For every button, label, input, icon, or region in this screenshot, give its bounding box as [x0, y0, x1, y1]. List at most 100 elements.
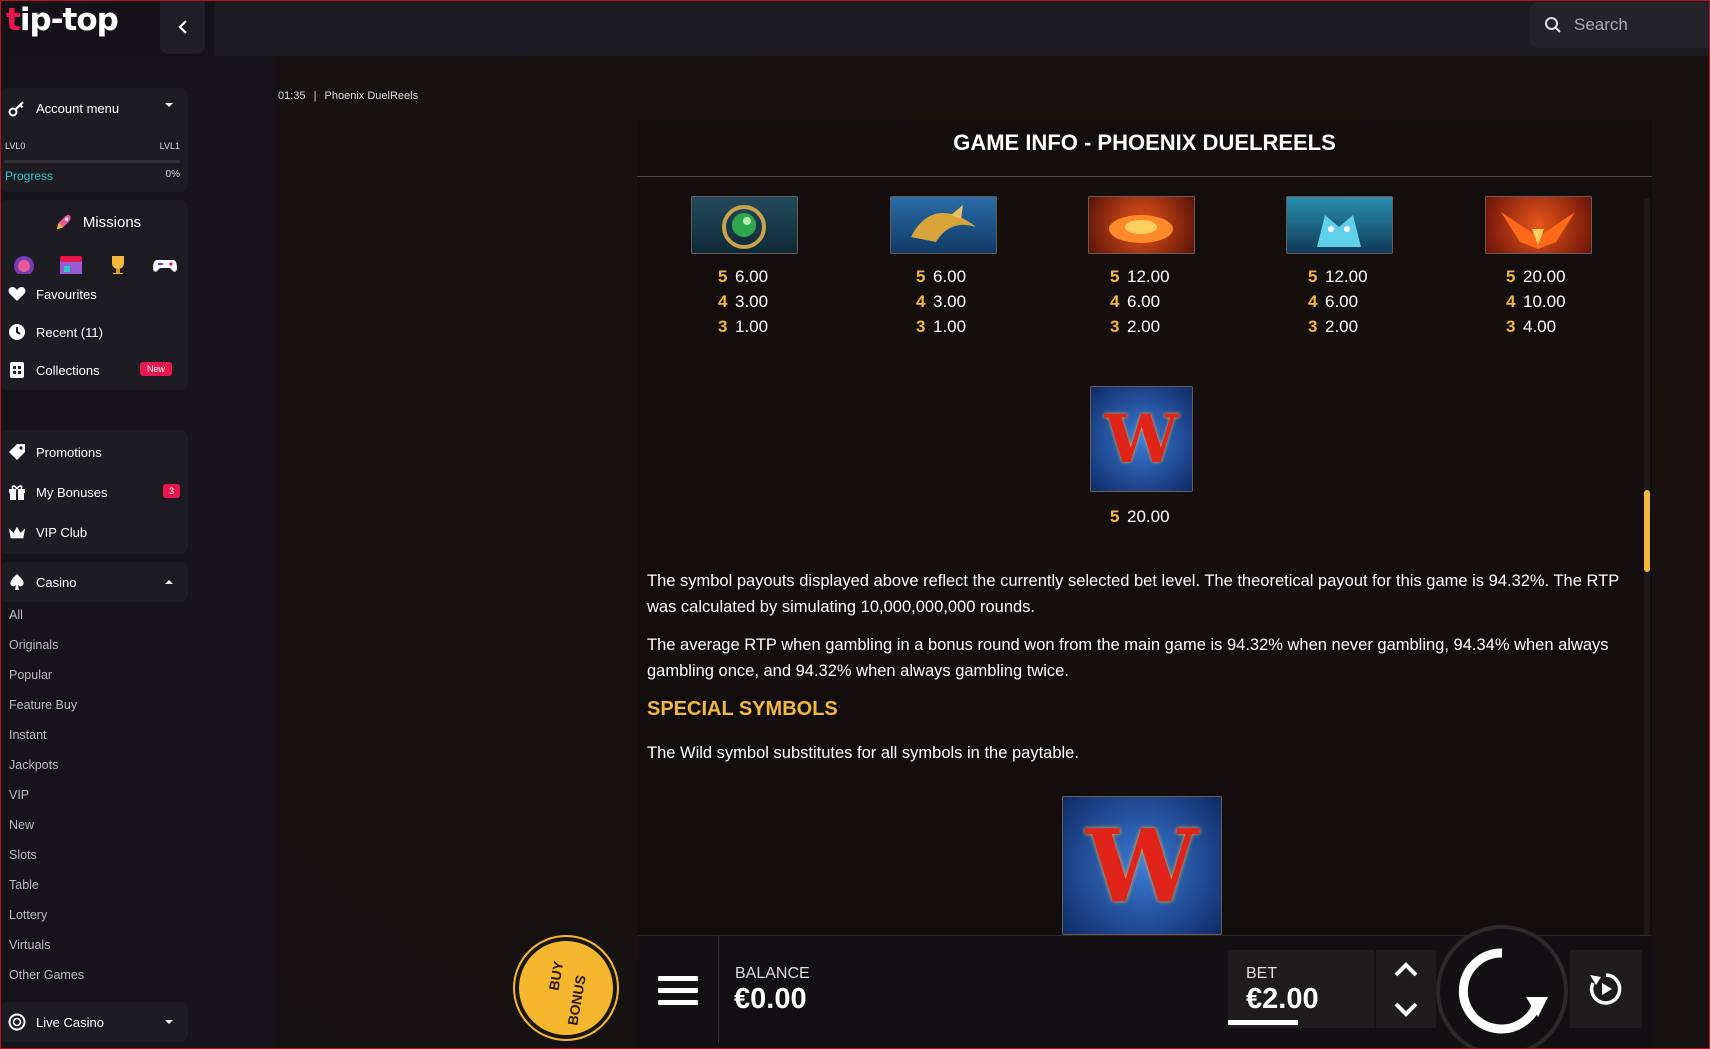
symbol-fire-lava: [1088, 196, 1195, 254]
collections-icon: [8, 361, 26, 379]
paytable-symbol-4: 5 12.00 4 6.00 3 2.00: [1308, 267, 1368, 336]
symbol-blue-ice-dragon: [1286, 196, 1393, 254]
casino-item-instant[interactable]: Instant: [9, 728, 84, 758]
new-badge: New: [139, 362, 172, 376]
balance-value: €0.00: [734, 983, 807, 1015]
gamble-rtp-paragraph: The average RTP when gambling in a bonus…: [647, 636, 1609, 680]
buy-bonus-label-1: BUY: [545, 959, 567, 992]
hamburger-menu-button[interactable]: [648, 960, 708, 1020]
spin-arrow-icon: [1458, 948, 1548, 1034]
progress-label: Progress: [5, 169, 54, 183]
special-symbols-heading: SPECIAL SYMBOLS: [647, 698, 838, 720]
sidebar-item-collections[interactable]: Collections New: [0, 350, 188, 390]
live-casino-label: Live Casino: [36, 1014, 104, 1030]
casino-item-slots[interactable]: Slots: [9, 848, 84, 878]
symbol-red-phoenix: [1485, 196, 1592, 254]
symbol-golden-dragon: [890, 196, 997, 254]
sidebar-item-recent[interactable]: Recent (11): [0, 312, 188, 352]
autoplay-icon: [1589, 973, 1622, 1005]
rtp-paragraph: The symbol payouts displayed above refle…: [647, 572, 1619, 616]
nav-card-2: Promotions My Bonuses 3 VIP Club: [0, 430, 188, 554]
chevron-up-icon[interactable]: [1393, 961, 1419, 978]
search-input[interactable]: Search: [1530, 2, 1710, 48]
casino-header[interactable]: Casino: [0, 562, 188, 602]
search-icon: [1545, 17, 1561, 33]
buy-bonus-button[interactable]: BUY BONUS: [515, 937, 617, 1039]
info-scroll-thumb[interactable]: [1644, 490, 1650, 572]
account-menu[interactable]: Account menu: [0, 88, 188, 128]
rocket-icon: [55, 213, 73, 231]
favourites-label: Favourites: [36, 286, 97, 302]
casino-item-all[interactable]: All: [9, 608, 84, 638]
game-clock: 01:35: [278, 90, 306, 102]
bonus-count-badge: 3: [162, 484, 180, 498]
account-card: Account menu LVL0 LVL1 Progress 0%: [0, 88, 188, 192]
wild-letter: W: [1104, 400, 1179, 478]
roulette-icon: [8, 1013, 26, 1031]
breadcrumb-separator: |: [313, 90, 317, 102]
top-bar: tip-top Search: [0, 0, 1710, 56]
balance-label: BALANCE: [735, 965, 810, 982]
sidebar: Account menu LVL0 LVL1 Progress 0% Missi…: [0, 88, 196, 1049]
sidebar-item-favourites[interactable]: Favourites: [0, 274, 188, 314]
paytable-wild: 5 20.00: [1110, 507, 1170, 526]
tag-icon: [8, 443, 26, 461]
casino-item-new[interactable]: New: [9, 818, 84, 848]
sidebar-item-promotions[interactable]: Promotions: [0, 432, 188, 472]
level-current: LVL0: [5, 141, 26, 151]
spin-button[interactable]: [1436, 925, 1568, 1049]
key-icon: [8, 99, 26, 117]
game-name: Phoenix DuelReels: [324, 90, 419, 102]
level-next: LVL1: [159, 141, 180, 151]
sidebar-item-casino[interactable]: Casino: [0, 562, 188, 602]
progress-value: 0%: [165, 169, 180, 180]
sidebar-item-my-bonuses[interactable]: My Bonuses 3: [0, 472, 188, 512]
vip-club-label: VIP Club: [36, 524, 88, 540]
caret-down-icon: [165, 1020, 173, 1024]
collections-label: Collections: [36, 362, 100, 378]
symbol-wild-small: W: [1090, 386, 1193, 492]
casino-item-vip[interactable]: VIP: [9, 788, 84, 818]
casino-item-virtuals[interactable]: Virtuals: [9, 938, 84, 968]
bet-stepper: [1376, 950, 1436, 1028]
symbol-wild-large: W: [1062, 796, 1222, 935]
paytable-symbol-5: 5 20.00 4 10.00 3 4.00: [1506, 267, 1566, 336]
my-bonuses-label: My Bonuses: [36, 484, 108, 500]
level-progress-bar: [4, 160, 180, 163]
casino-item-jackpots[interactable]: Jackpots: [9, 758, 84, 788]
casino-label: Casino: [36, 574, 77, 590]
account-menu-label: Account menu: [36, 100, 120, 116]
casino-item-lottery[interactable]: Lottery: [9, 908, 84, 938]
wild-letter-large: W: [1085, 806, 1199, 925]
caret-up-icon: [165, 580, 173, 584]
sidebar-collapse-button[interactable]: [160, 0, 205, 54]
casino-submenu: All Originals Popular Feature Buy Instan…: [9, 608, 84, 998]
buy-bonus-label-2: BONUS: [564, 973, 589, 1027]
casino-item-originals[interactable]: Originals: [9, 638, 84, 668]
casino-item-feature-buy[interactable]: Feature Buy: [9, 698, 84, 728]
missions-button[interactable]: Missions: [0, 202, 188, 242]
bet-label: BET: [1246, 965, 1278, 982]
crown-icon: [8, 523, 26, 541]
logo[interactable]: tip-top: [6, 2, 119, 38]
bet-level-indicator: [1228, 1020, 1298, 1025]
sidebar-item-vip-club[interactable]: VIP Club: [0, 512, 188, 552]
gift-icon: [8, 483, 26, 501]
search-placeholder: Search: [1574, 15, 1628, 34]
nav-card-1-bg: Favourites Recent (11) Collections New: [0, 274, 188, 390]
autoplay-button[interactable]: [1570, 950, 1642, 1028]
clock-icon: [8, 323, 26, 341]
spade-icon: [8, 573, 26, 591]
live-casino-header[interactable]: Live Casino: [0, 1002, 188, 1042]
wild-description: The Wild symbol substitutes for all symb…: [647, 744, 1079, 762]
promotions-label: Promotions: [36, 444, 102, 460]
caret-down-icon: [165, 103, 173, 107]
heart-icon: [8, 285, 26, 303]
game-breadcrumb: 01:35 | Phoenix DuelReels: [278, 90, 418, 102]
chevron-down-icon[interactable]: [1393, 1001, 1419, 1017]
casino-item-other-games[interactable]: Other Games: [9, 968, 84, 998]
sidebar-item-live-casino[interactable]: Live Casino: [0, 1002, 188, 1042]
casino-item-popular[interactable]: Popular: [9, 668, 84, 698]
casino-item-table[interactable]: Table: [9, 878, 84, 908]
title-divider: [637, 176, 1652, 177]
